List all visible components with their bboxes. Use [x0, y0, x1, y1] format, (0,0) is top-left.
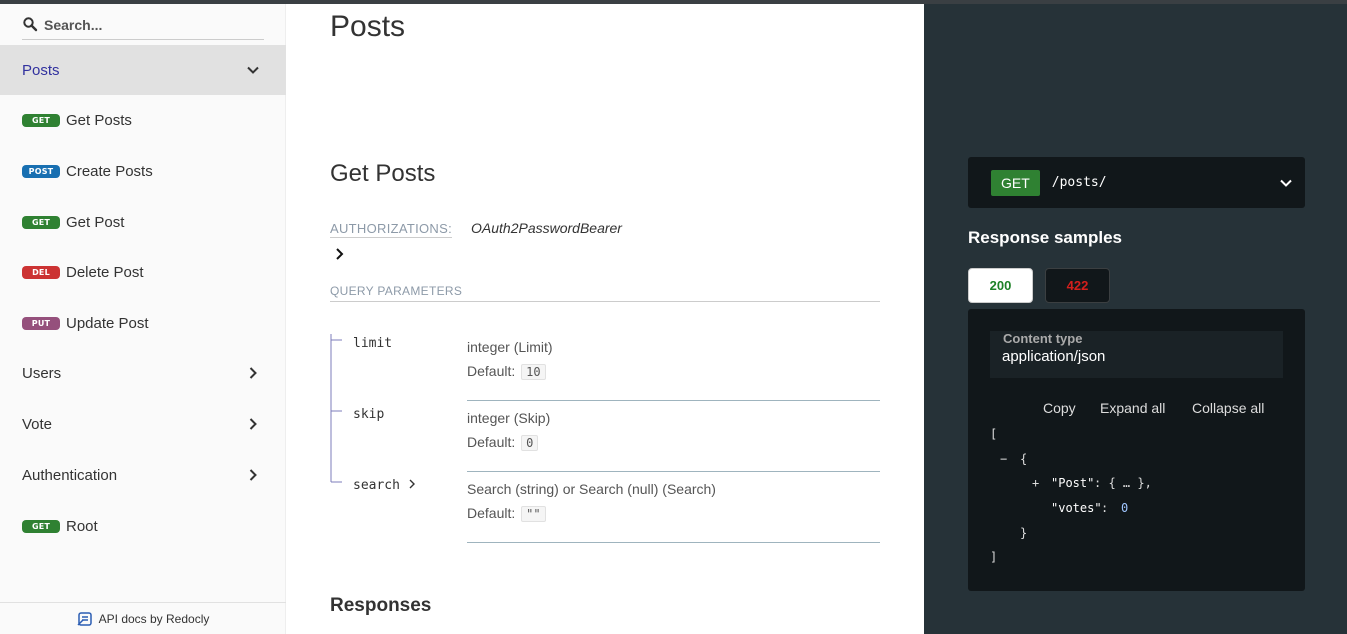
sidebar-item-label: Get Post: [66, 213, 125, 231]
code-colon: :: [1101, 501, 1116, 515]
search-input[interactable]: [44, 14, 254, 36]
default-label: Default:: [467, 363, 516, 379]
default-label: Default:: [467, 505, 516, 521]
sidebar-item-create-posts[interactable]: POST Create Posts: [0, 146, 286, 196]
expand-toggle[interactable]: +: [1032, 476, 1039, 490]
default-value: 0: [521, 435, 539, 451]
tree-line-icon: [330, 401, 342, 473]
sidebar-item-label: Create Posts: [66, 162, 153, 180]
chevron-right-icon: [249, 469, 257, 481]
response-sample-panel: Content type application/json Copy Expan…: [968, 309, 1305, 591]
method-badge: GET: [22, 215, 60, 229]
sidebar-item-vote[interactable]: Vote: [0, 399, 286, 449]
sidebar-item-update-post[interactable]: PUT Update Post: [0, 298, 286, 348]
default-value: 10: [521, 364, 546, 380]
copy-button[interactable]: Copy: [1043, 400, 1076, 416]
method-badge: POST: [22, 164, 60, 178]
content-type-value: application/json: [1002, 348, 1106, 365]
sidebar-item-posts[interactable]: Posts: [0, 45, 286, 95]
sidebar-item-root[interactable]: GET Root: [0, 501, 286, 551]
sidebar-item-delete-post[interactable]: DEL Delete Post: [0, 247, 286, 297]
sidebar-item-users[interactable]: Users: [0, 348, 286, 398]
chevron-right-icon[interactable]: [334, 247, 346, 261]
chevron-down-icon: [247, 66, 259, 74]
code-votes-value: 0: [1121, 501, 1129, 515]
endpoint-dropdown[interactable]: GET /posts/: [968, 157, 1305, 208]
content-type-box: Content type application/json: [990, 331, 1283, 378]
expand-all-button[interactable]: Expand all: [1100, 400, 1165, 416]
param-type: Search (string) or Search (null) (Search…: [467, 481, 716, 497]
response-samples-title: Response samples: [968, 228, 1123, 247]
sidebar-item-label: Get Posts: [66, 111, 132, 129]
sidebar-item-label: Users: [22, 364, 62, 382]
method-badge: GET: [22, 113, 60, 127]
param-default: Default: 10: [467, 363, 546, 380]
sidebar-item-label: Delete Post: [66, 263, 144, 281]
operation-title: Get Posts: [330, 160, 436, 187]
default-value: "": [521, 506, 546, 522]
param-name: skip: [353, 407, 385, 422]
param-row-skip: skip integer (Skip) Default: 0: [330, 401, 880, 473]
code-close-brace: }: [1020, 526, 1028, 540]
redocly-footer-link[interactable]: API docs by Redocly: [0, 602, 286, 634]
default-label: Default:: [467, 434, 516, 450]
sidebar-item-label: Posts: [22, 61, 60, 79]
sidebar-item-label: Root: [66, 517, 98, 535]
endpoint-path: /posts/: [1051, 175, 1107, 190]
param-row-limit: limit integer (Limit) Default: 10: [330, 330, 880, 402]
redocly-logo-icon: [77, 611, 92, 626]
authorizations-value[interactable]: OAuth2PasswordBearer: [471, 220, 622, 236]
code-key-post: "Post": [1051, 476, 1095, 490]
param-name: search: [353, 478, 400, 493]
content-type-label: Content type: [1003, 331, 1083, 346]
sidebar-item-get-posts[interactable]: GET Get Posts: [0, 95, 286, 145]
tab-422[interactable]: 422: [1045, 268, 1110, 303]
param-row-search: search Search (string) or Search (null) …: [330, 472, 880, 544]
search-box: [22, 12, 264, 40]
redocly-footer-text: API docs by Redocly: [98, 611, 210, 626]
sidebar-item-label: Update Post: [66, 314, 149, 332]
param-type: integer (Skip): [467, 410, 551, 426]
method-badge: PUT: [22, 316, 60, 330]
code-post-value: : { … },: [1094, 476, 1152, 490]
right-panel: GET /posts/ Response samples 200 422 Con…: [924, 4, 1347, 634]
collapse-all-button[interactable]: Collapse all: [1192, 400, 1264, 416]
chevron-right-icon: [249, 367, 257, 379]
param-default: Default: "": [467, 505, 546, 522]
code-close-bracket: ]: [990, 550, 998, 564]
code-key-votes: "votes": [1051, 501, 1102, 515]
param-name-search[interactable]: search: [353, 478, 416, 493]
param-name: limit: [353, 336, 393, 351]
query-parameters-label: QUERY PARAMETERS: [330, 284, 880, 302]
main-content: Posts Get Posts AUTHORIZATIONS: OAuth2Pa…: [286, 4, 924, 634]
search-icon: [23, 17, 38, 32]
sidebar-item-get-post[interactable]: GET Get Post: [0, 197, 286, 247]
tree-line-icon: [330, 472, 342, 483]
sidebar-item-label: Authentication: [22, 466, 118, 484]
code-open-bracket: [: [990, 427, 998, 441]
param-default: Default: 0: [467, 434, 539, 451]
chevron-down-icon: [1280, 179, 1292, 187]
section-title: Posts: [330, 10, 406, 43]
authorizations-label: AUTHORIZATIONS:: [330, 221, 452, 238]
chevron-right-icon: [409, 479, 415, 489]
sidebar: Posts GET Get Posts POST Create Posts GE…: [0, 4, 286, 634]
code-open-brace: {: [1020, 452, 1028, 466]
sidebar-item-label: Vote: [22, 415, 53, 433]
tab-200[interactable]: 200: [968, 268, 1033, 303]
chevron-right-icon: [249, 418, 257, 430]
tree-line-icon: [330, 334, 342, 402]
collapse-toggle[interactable]: −: [1000, 452, 1007, 466]
endpoint-method-badge: GET: [991, 169, 1040, 196]
param-type: integer (Limit): [467, 339, 553, 355]
method-badge: GET: [22, 519, 60, 533]
param-divider: [467, 542, 880, 543]
method-badge: DEL: [22, 265, 60, 279]
sidebar-item-authentication[interactable]: Authentication: [0, 450, 286, 500]
responses-title: Responses: [330, 595, 432, 616]
